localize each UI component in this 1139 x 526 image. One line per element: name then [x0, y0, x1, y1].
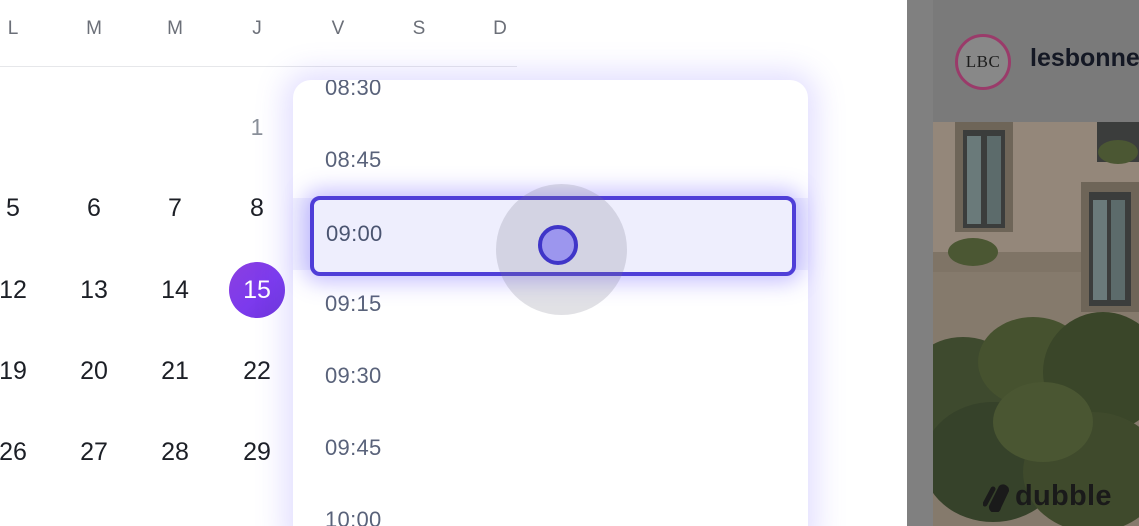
calendar-day[interactable]: 8 — [229, 180, 285, 236]
calendar-day[interactable]: 21 — [147, 343, 203, 399]
weekday-wednesday: M — [167, 18, 183, 39]
brand-name: lesbonne — [1030, 44, 1139, 72]
weekday-monday: L — [7, 18, 19, 39]
calendar-day[interactable]: 22 — [229, 343, 285, 399]
calendar-day[interactable]: 7 — [147, 180, 203, 236]
time-option[interactable]: 08:30 — [325, 80, 382, 101]
calendar-day[interactable]: 13 — [66, 262, 122, 318]
calendar-day[interactable]: 6 — [66, 180, 122, 236]
weekday-divider — [0, 66, 517, 67]
time-option[interactable]: 10:00 — [325, 507, 382, 526]
business-preview-card: LBC lesbonne — [933, 0, 1139, 526]
building-photo — [933, 122, 1139, 526]
weekday-sunday: D — [493, 18, 507, 39]
time-option[interactable]: 08:45 — [325, 147, 382, 173]
calendar-day[interactable]: 20 — [66, 343, 122, 399]
weekday-tuesday: M — [86, 18, 102, 39]
calendar-day[interactable]: 12 — [0, 262, 41, 318]
time-option[interactable]: 09:15 — [325, 291, 382, 317]
calendar-day[interactable]: 26 — [0, 424, 41, 480]
watermark-text: dubble — [1015, 480, 1112, 512]
click-indicator-icon — [538, 225, 578, 265]
brand-logo-icon: LBC — [955, 34, 1011, 90]
calendar-day-selected[interactable]: 15 — [229, 262, 285, 318]
calendar-day[interactable]: 14 — [147, 262, 203, 318]
time-option-selected-label: 09:00 — [326, 221, 383, 246]
calendar-day[interactable]: 1 — [229, 99, 285, 155]
calendar-day[interactable]: 29 — [229, 424, 285, 480]
calendar-day[interactable]: 5 — [0, 180, 41, 236]
calendar-day[interactable]: 27 — [66, 424, 122, 480]
preview-header: LBC lesbonne — [933, 0, 1139, 122]
dubble-logo-icon — [983, 484, 1010, 512]
watermark: dubble — [983, 480, 1112, 513]
time-option[interactable]: 09:45 — [325, 435, 382, 461]
weekday-saturday: S — [412, 18, 426, 39]
weekday-thursday: J — [252, 18, 262, 39]
calendar-day[interactable]: 19 — [0, 343, 41, 399]
time-option[interactable]: 09:30 — [325, 363, 382, 389]
calendar-day[interactable]: 28 — [147, 424, 203, 480]
screen: L M M J V S D 1 5 6 7 8 12 13 14 15 19 2… — [0, 0, 1139, 526]
weekday-friday: V — [331, 18, 345, 39]
